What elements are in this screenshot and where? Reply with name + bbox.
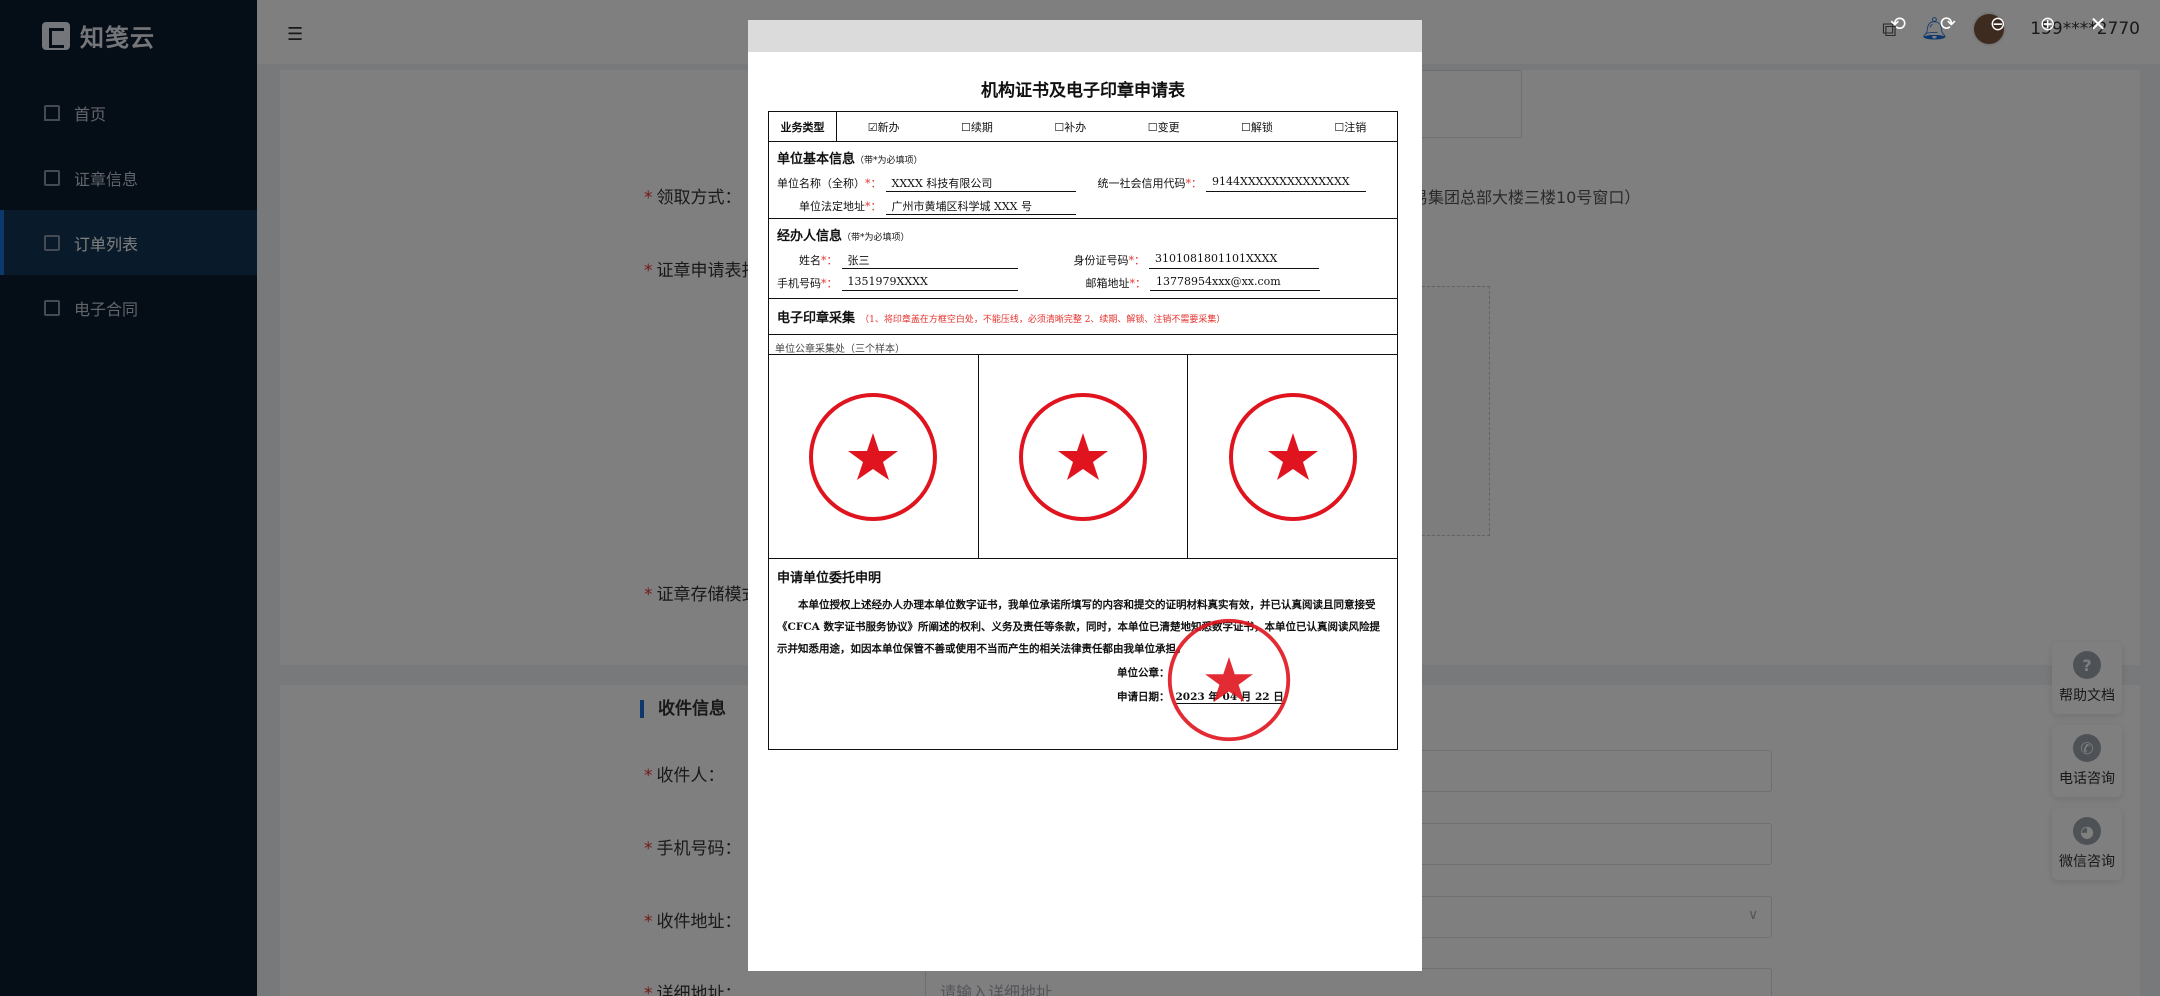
zoom-out-icon[interactable]: ⊖ <box>1990 13 2006 35</box>
unit-address-line: 单位法定地址 *： 广州市黄埔区科学城 XXX 号 <box>799 198 1389 215</box>
rotate-right-icon[interactable]: ⟳ <box>1940 13 1956 35</box>
application-form-document: 机构证书及电子印章申请表 业务类型 ☑新办 ☐续期 ☐补办 ☐变更 ☐解锁 ☐注… <box>768 76 1398 750</box>
handler-email-value: 13778954xxx@xx.com <box>1150 275 1320 291</box>
handler-id-value: 3101081801101XXXX <box>1149 252 1319 269</box>
business-type-row: 业务类型 ☑新办 ☐续期 ☐补办 ☐变更 ☐解锁 ☐注销 <box>769 111 1397 142</box>
rotate-left-icon[interactable]: ⟲ <box>1890 13 1906 35</box>
business-option: ☐注销 <box>1334 120 1367 134</box>
declaration-row: 申请单位委托申明 本单位授权上述经办人办理本单位数字证书，我单位承诺所填写的内容… <box>769 559 1397 749</box>
handler-info-row: 经办人信息（带*为必填项） 姓名 *： 张三 身份证号码 *： 3101081801… <box>769 219 1397 299</box>
declaration-seal-icon <box>1167 618 1291 742</box>
unit-section-title: 单位基本信息（带*为必填项） <box>777 152 923 167</box>
seal-section-title: 电子印章采集 <box>777 311 856 326</box>
preview-image-top-band <box>748 20 1422 52</box>
declaration-text: 本单位授权上述经办人办理本单位数字证书，我单位承诺所填写的内容和提交的证明材料真… <box>777 599 1380 655</box>
declaration-title: 申请单位委托申明 <box>777 571 882 586</box>
preview-toolbar: ⟲ ⟳ ⊖ ⊕ ✕ <box>1890 12 2106 36</box>
company-seal-icon <box>809 392 938 521</box>
unit-seal-label: 单位公章： <box>1117 667 1170 679</box>
unit-info-row: 单位基本信息（带*为必填项） 单位名称（全称） *： XXXX 科技有限公司 统一… <box>769 142 1397 219</box>
business-option: ☐续期 <box>961 120 993 134</box>
business-option: ☐补办 <box>1054 120 1087 134</box>
unit-name-value: XXXX 科技有限公司 <box>885 175 1076 192</box>
handler-name-value: 张三 <box>841 252 1018 269</box>
close-icon[interactable]: ✕ <box>2090 12 2107 36</box>
preview-image: 机构证书及电子印章申请表 业务类型 ☑新办 ☐续期 ☐补办 ☐变更 ☐解锁 ☐注… <box>748 20 1422 971</box>
seal-samples-grid <box>769 355 1397 559</box>
document-title: 机构证书及电子印章申请表 <box>981 81 1185 101</box>
business-type-label: 业务类型 <box>769 111 837 142</box>
handler-contact-line: 手机号码 *： 1351979XXXX 邮箱地址 *： 13778954xxx@xx… <box>777 275 1389 291</box>
company-seal-icon <box>1019 392 1147 521</box>
company-seal-icon <box>1228 392 1357 521</box>
unit-name-line: 单位名称（全称） *： XXXX 科技有限公司 统一社会信用代码 *： 9144XX… <box>777 175 1389 192</box>
business-option: ☐变更 <box>1147 120 1180 134</box>
seal-section-note: （1、将印章盖在方框空白处，不能压线，必须清晰完整 2、续期、解锁、注销不需要采… <box>860 315 1226 325</box>
seal-sample-row: 单位公章采集处（三个样本） <box>769 335 1397 355</box>
business-option: ☐解锁 <box>1241 120 1273 134</box>
handler-name-line: 姓名 *： 张三 身份证号码 *： 3101081801101XXXX <box>799 252 1389 269</box>
seal-section-row: 电子印章采集 （1、将印章盖在方框空白处，不能压线，必须清晰完整 2、续期、解锁… <box>769 299 1397 335</box>
document-table: 业务类型 ☑新办 ☐续期 ☐补办 ☐变更 ☐解锁 ☐注销 单位基本信息（带*为必… <box>768 111 1398 750</box>
handler-mobile-value: 1351979XXXX <box>841 275 1018 291</box>
handler-section-title: 经办人信息（带*为必填项） <box>777 229 910 244</box>
credit-code-value: 9144XXXXXXXXXXXXXX <box>1206 175 1366 192</box>
seal-sample-label: 单位公章采集处（三个样本） <box>775 344 905 355</box>
seal-sample-cell <box>769 355 979 558</box>
unit-address-value: 广州市黄埔区科学城 XXX 号 <box>885 198 1076 215</box>
seal-sample-cell <box>979 355 1189 558</box>
zoom-in-icon[interactable]: ⊕ <box>2040 13 2056 35</box>
business-option: ☑新办 <box>867 120 900 134</box>
seal-sample-cell <box>1188 355 1397 558</box>
